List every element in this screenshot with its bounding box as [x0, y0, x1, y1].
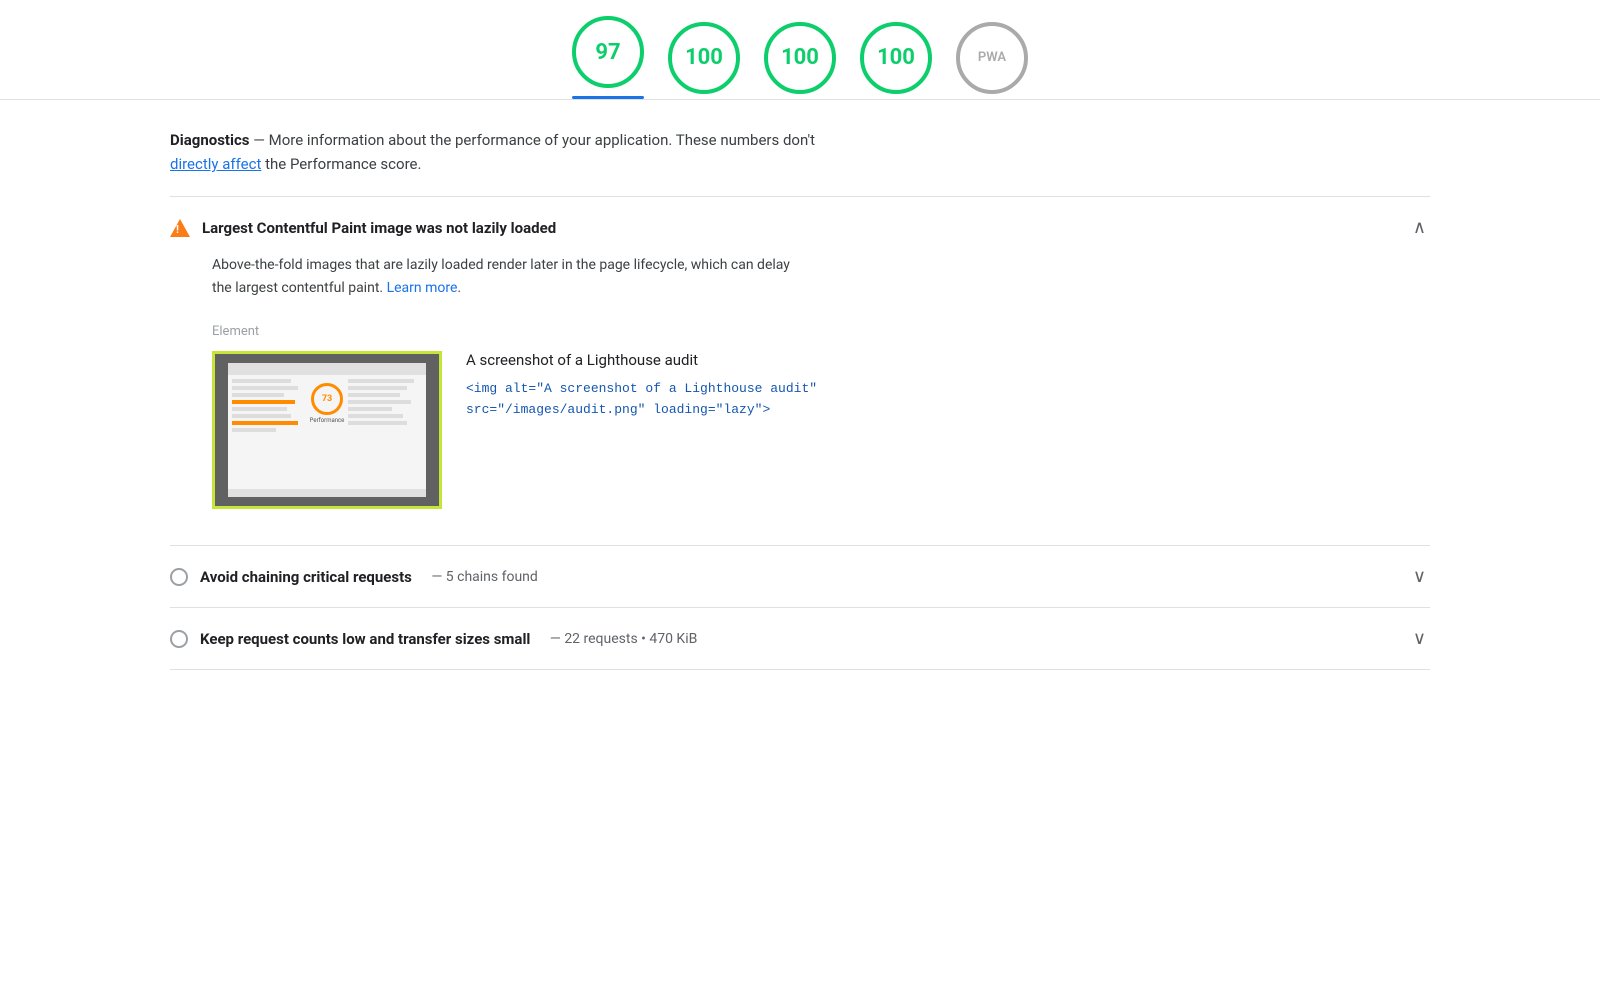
- audit-requests-left: Keep request counts low and transfer siz…: [170, 630, 697, 648]
- diagnostics-description: More information about the performance o…: [269, 131, 815, 149]
- circle-icon-requests: [170, 630, 188, 648]
- audit-requests-dash: — 22 requests • 470 KiB: [546, 631, 697, 647]
- active-tab-indicator: [572, 96, 644, 99]
- audit-lcp-body: Above-the-fold images that are lazily lo…: [170, 238, 1430, 525]
- diagnostics-description2: the Performance score.: [265, 155, 421, 173]
- score-tab-performance[interactable]: 97: [572, 16, 644, 99]
- main-content: Diagnostics — More information about the…: [130, 100, 1470, 670]
- score-bar: 97 100 100 100 PWA: [0, 0, 1600, 99]
- audit-header-left: Largest Contentful Paint image was not l…: [170, 219, 556, 237]
- element-info: A screenshot of a Lighthouse audit <img …: [466, 351, 1400, 421]
- score-circle-best-practices[interactable]: 100: [764, 22, 836, 94]
- score-circle-seo[interactable]: 100: [860, 22, 932, 94]
- diagnostics-section: Diagnostics — More information about the…: [170, 100, 1430, 196]
- audit-item-lcp-header[interactable]: Largest Contentful Paint image was not l…: [170, 217, 1430, 238]
- element-label: Element: [212, 324, 1400, 339]
- element-thumbnail: 73 Performance: [212, 351, 442, 509]
- chevron-down-icon-chaining: ∨: [1409, 566, 1430, 587]
- circle-icon-chaining: [170, 568, 188, 586]
- element-row: 73 Performance: [212, 351, 1400, 509]
- score-circle-performance: 97: [572, 16, 644, 88]
- audit-item-requests: Keep request counts low and transfer siz…: [170, 608, 1430, 670]
- audit-chaining-left: Avoid chaining critical requests — 5 cha…: [170, 568, 538, 586]
- audit-item-chaining: Avoid chaining critical requests — 5 cha…: [170, 546, 1430, 608]
- score-circle-accessibility[interactable]: 100: [668, 22, 740, 94]
- chevron-up-icon: ∧: [1409, 217, 1430, 238]
- score-circle-pwa[interactable]: PWA: [956, 22, 1028, 94]
- diagnostics-link[interactable]: directly affect: [170, 155, 261, 173]
- element-code: <img alt="A screenshot of a Lighthouse a…: [466, 379, 1400, 421]
- element-alt-text: A screenshot of a Lighthouse audit: [466, 351, 1400, 369]
- diagnostics-dash: —: [253, 131, 265, 149]
- learn-more-link[interactable]: Learn more: [387, 280, 458, 296]
- audit-chaining-dash: — 5 chains found: [428, 569, 538, 585]
- audit-requests-header[interactable]: Keep request counts low and transfer siz…: [170, 628, 1430, 649]
- audit-requests-title: Keep request counts low and transfer siz…: [200, 630, 530, 648]
- diagnostics-label: Diagnostics: [170, 131, 249, 149]
- audit-lcp-title: Largest Contentful Paint image was not l…: [202, 219, 556, 237]
- audit-chaining-header[interactable]: Avoid chaining critical requests — 5 cha…: [170, 566, 1430, 587]
- audit-item-lcp: Largest Contentful Paint image was not l…: [170, 197, 1430, 546]
- audit-chaining-title: Avoid chaining critical requests: [200, 568, 412, 586]
- warning-icon: [170, 219, 190, 237]
- chevron-down-icon-requests: ∨: [1409, 628, 1430, 649]
- audit-lcp-description: Above-the-fold images that are lazily lo…: [212, 254, 1400, 300]
